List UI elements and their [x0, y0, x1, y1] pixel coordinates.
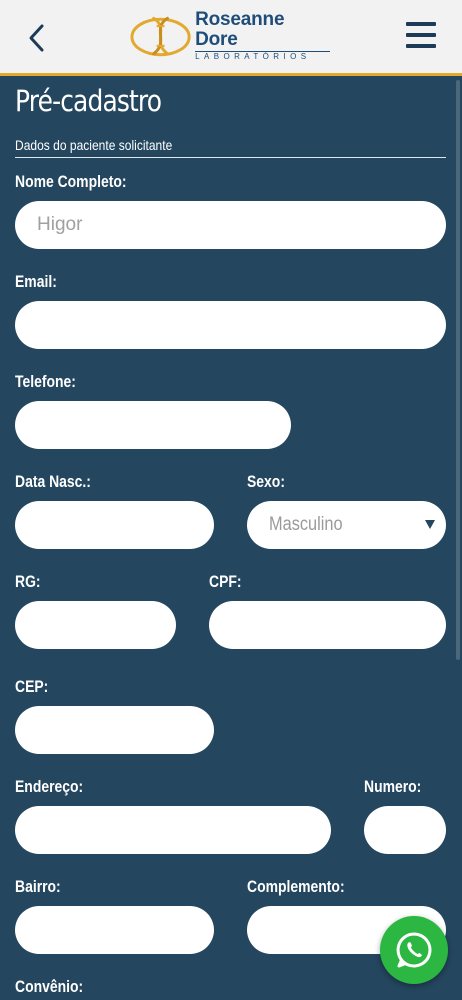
cpf-input[interactable] [209, 601, 446, 649]
section-subtitle: Dados do paciente solicitante [15, 137, 173, 153]
menu-bar-icon [406, 22, 436, 26]
complemento-label: Complemento: [247, 877, 345, 896]
app-header: Roseanne Dore LABORATÓRIOS [0, 0, 462, 76]
data-nasc-label: Data Nasc.: [15, 472, 91, 491]
section-divider [15, 157, 446, 158]
scrollbar[interactable] [456, 80, 460, 660]
rg-input[interactable] [15, 601, 176, 649]
telefone-label: Telefone: [15, 372, 76, 391]
chevron-left-icon [29, 24, 44, 52]
cep-label: CEP: [15, 677, 49, 696]
cpf-label: CPF: [209, 572, 242, 591]
logo-subtitle: LABORATÓRIOS [195, 51, 330, 62]
back-button[interactable] [24, 22, 48, 54]
endereco-input[interactable] [15, 806, 331, 854]
menu-bar-icon [406, 44, 436, 48]
numero-label: Numero: [364, 777, 422, 796]
nome-label: Nome Completo: [15, 172, 127, 191]
dna-logo-icon [130, 16, 191, 57]
bairro-label: Bairro: [15, 877, 61, 896]
brand-logo[interactable]: Roseanne Dore LABORATÓRIOS [130, 9, 330, 62]
numero-input[interactable] [364, 806, 446, 854]
email-label: Email: [15, 272, 57, 291]
email-input[interactable] [15, 301, 446, 349]
sexo-selected-value: Masculino [269, 514, 343, 535]
cep-input[interactable] [15, 706, 214, 754]
convenio-label: Convênio: [15, 977, 84, 996]
whatsapp-icon [396, 932, 432, 968]
data-nasc-input[interactable] [15, 501, 214, 549]
endereco-label: Endereço: [15, 777, 84, 796]
bairro-input[interactable] [15, 906, 214, 954]
telefone-input[interactable] [15, 401, 291, 449]
sexo-label: Sexo: [247, 472, 285, 491]
menu-bar-icon [406, 33, 436, 37]
logo-name: Roseanne Dore [195, 9, 285, 50]
sexo-select[interactable]: Masculino [247, 501, 446, 549]
caret-down-icon [425, 520, 435, 529]
page-title: Pré-cadastro [15, 84, 162, 118]
hamburger-menu-button[interactable] [406, 22, 436, 48]
rg-label: RG: [15, 572, 41, 591]
nome-completo-input[interactable] [15, 201, 446, 249]
whatsapp-button[interactable] [380, 916, 448, 984]
